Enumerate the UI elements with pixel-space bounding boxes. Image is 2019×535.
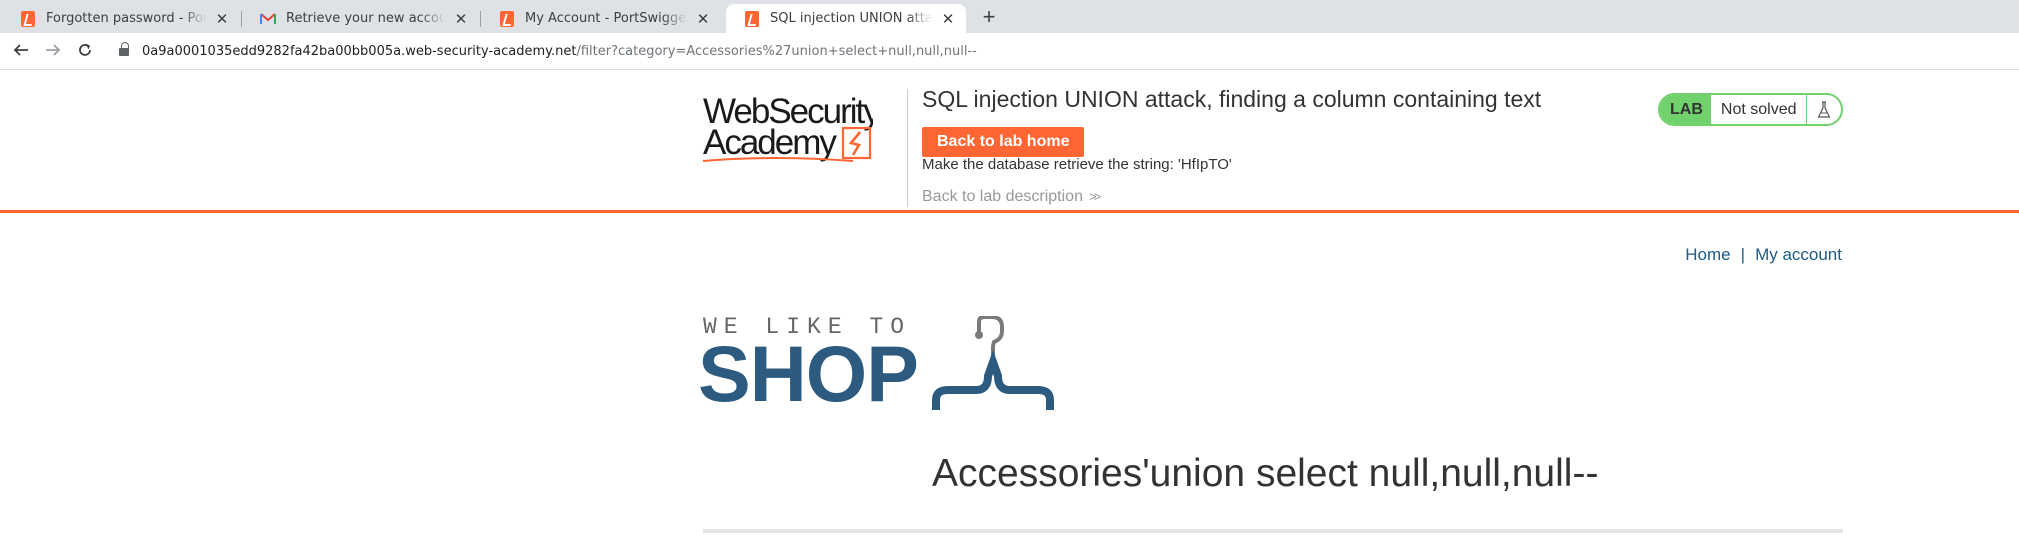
lab-label: LAB <box>1660 95 1711 124</box>
close-icon[interactable]: ✕ <box>695 11 711 27</box>
url-path: /filter?category=Accessories%27union+sel… <box>576 44 977 59</box>
header-divider <box>907 89 908 207</box>
close-icon[interactable]: ✕ <box>214 11 230 27</box>
reload-icon[interactable] <box>73 40 97 64</box>
category-heading: Accessories'union select null,null,null-… <box>932 452 1599 495</box>
top-navigation: Home | My account <box>1685 245 1842 265</box>
back-to-lab-home-button[interactable]: Back to lab home <box>922 127 1085 157</box>
forward-arrow-icon[interactable] <box>41 40 65 64</box>
tab-title: SQL injection UNION attack, finding a co… <box>770 11 932 26</box>
lock-icon[interactable] <box>119 42 129 57</box>
tab-my-account[interactable]: My Account - PortSwigger ✕ <box>481 4 721 33</box>
tab-title: My Account - PortSwigger <box>525 11 687 26</box>
tab-title: Forgotten password - PortSwigger <box>46 11 206 26</box>
double-chevron-right-icon: >> <box>1088 189 1101 204</box>
tab-retrieve-account[interactable]: Retrieve your new account details ✕ <box>242 4 479 33</box>
tab-sql-injection[interactable]: SQL injection UNION attack, finding a co… <box>726 4 966 33</box>
lab-header: WebSecurity Academy SQL injection UNION … <box>0 71 2019 213</box>
logo-line-2: Academy <box>703 123 837 162</box>
gmail-icon <box>260 11 276 27</box>
my-account-link[interactable]: My account <box>1755 245 1842 264</box>
browser-toolbar: 0a9a0001035edd9282fa42ba00bb005a.web-sec… <box>0 33 2019 70</box>
url-host: 0a9a0001035edd9282fa42ba00bb005a.web-sec… <box>142 44 577 59</box>
back-arrow-icon[interactable] <box>9 40 33 64</box>
home-link[interactable]: Home <box>1685 245 1730 264</box>
flask-icon <box>1806 95 1841 124</box>
lab-status-badge: LAB Not solved <box>1658 93 1843 126</box>
shop-logo-word: SHOP <box>698 329 919 418</box>
url-text: 0a9a0001035edd9282fa42ba00bb005a.web-sec… <box>142 37 977 66</box>
lab-status-text: Not solved <box>1720 100 1797 118</box>
portswigger-icon <box>20 10 36 27</box>
portswigger-icon <box>499 10 515 27</box>
lab-instruction: Make the database retrieve the string: '… <box>922 156 1232 173</box>
tab-strip: Forgotten password - PortSwigger ✕ Retri… <box>0 0 2019 33</box>
section-divider <box>703 529 1843 533</box>
nav-separator: | <box>1740 245 1746 264</box>
tab-title: Retrieve your new account details <box>286 11 445 26</box>
tab-forgotten-password[interactable]: Forgotten password - PortSwigger ✕ <box>2 4 240 33</box>
new-tab-button[interactable]: + <box>977 6 1001 30</box>
portswigger-icon <box>744 10 760 27</box>
web-security-academy-logo[interactable]: WebSecurity Academy <box>703 91 873 171</box>
address-bar[interactable]: 0a9a0001035edd9282fa42ba00bb005a.web-sec… <box>110 37 2010 66</box>
back-description-label: Back to lab description <box>922 188 1083 205</box>
hanger-icon <box>932 316 1054 410</box>
lab-title: SQL injection UNION attack, finding a co… <box>922 86 1542 112</box>
close-icon[interactable]: ✕ <box>453 11 469 27</box>
close-icon[interactable]: ✕ <box>940 11 956 27</box>
back-to-lab-description-link[interactable]: Back to lab description >> <box>922 188 1101 206</box>
